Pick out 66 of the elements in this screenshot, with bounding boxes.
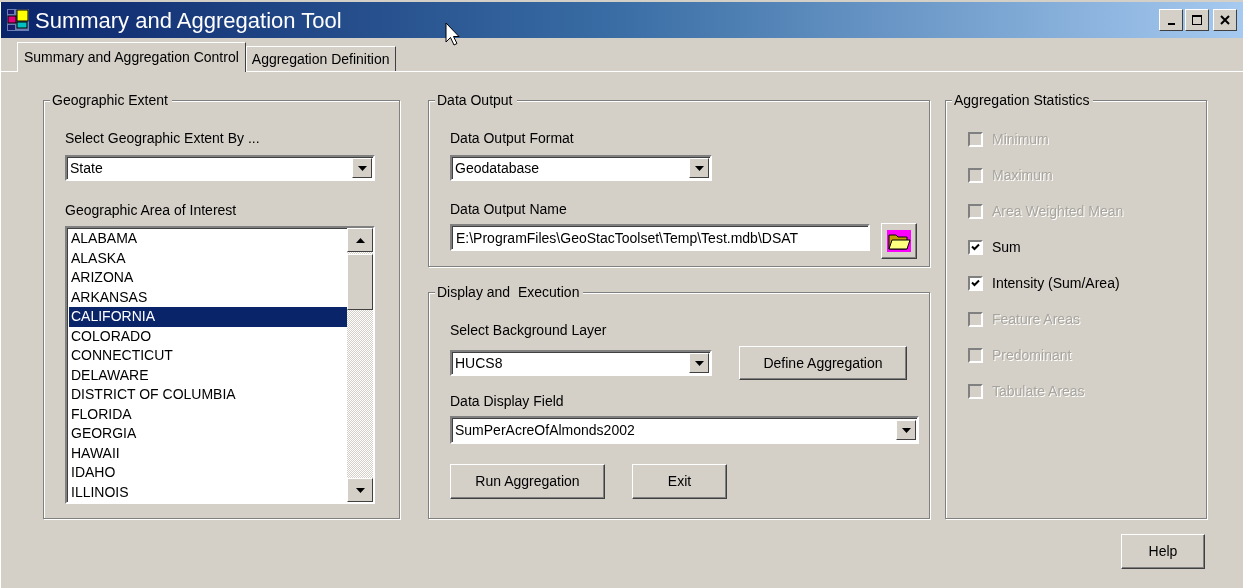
field-label: Geographic Area of Interest — [65, 201, 238, 219]
group-title: Aggregation Statistics — [952, 91, 1094, 109]
field-label: Data Output Format — [450, 129, 575, 147]
minimize-icon — [1167, 23, 1175, 25]
browse-button[interactable] — [881, 223, 917, 259]
list-item[interactable]: FLORIDA — [69, 404, 347, 424]
list-item[interactable]: CONNECTICUT — [69, 346, 347, 366]
help-button[interactable]: Help — [1121, 534, 1205, 569]
list-item[interactable]: GEORGIA — [69, 424, 347, 444]
tab[interactable]: Aggregation Definition — [245, 46, 396, 71]
caret-down-icon — [694, 360, 704, 366]
dropdown-arrow-button[interactable] — [689, 353, 709, 373]
define-aggregation-button[interactable]: Define Aggregation — [739, 346, 907, 380]
caret-down-icon — [694, 165, 704, 171]
exit-button[interactable]: Exit — [632, 464, 727, 499]
group-title: Display and Execution — [435, 283, 584, 301]
caret-down-icon — [357, 165, 367, 171]
dropdown-arrow-button[interactable] — [689, 158, 709, 178]
caret-up-icon — [355, 237, 365, 243]
dropdown-arrow-button[interactable] — [896, 420, 916, 440]
field-label: Data Output Name — [450, 200, 568, 218]
list-item[interactable]: DISTRICT OF COLUMBIA — [69, 385, 347, 405]
maximize-button[interactable] — [1185, 9, 1209, 31]
list-item[interactable]: ILLINOIS — [69, 482, 347, 502]
scroll-down-button[interactable] — [347, 478, 373, 502]
checkbox-label: Sum — [992, 237, 1021, 257]
scroll-thumb[interactable] — [347, 254, 373, 310]
window-title: Summary and Aggregation Tool — [35, 6, 342, 35]
list-item[interactable]: ARIZONA — [69, 268, 347, 288]
list-item[interactable]: ARKANSAS — [69, 287, 347, 307]
list-item[interactable]: IDAHO — [69, 463, 347, 483]
list-item[interactable]: COLORADO — [69, 326, 347, 346]
run-aggregation-button[interactable]: Run Aggregation — [450, 464, 605, 499]
input-field[interactable]: E:\ProgramFiles\GeoStacToolset\Temp\Test.mdb\DSAT — [450, 224, 870, 251]
list-item[interactable]: HAWAII — [69, 443, 347, 463]
check-icon — [971, 243, 980, 251]
caret-down-icon — [901, 427, 911, 433]
dropdown[interactable]: Geodatabase — [450, 155, 712, 181]
dropdown[interactable]: State — [65, 155, 375, 181]
folder-icon — [887, 230, 911, 252]
caret-down-icon — [355, 487, 365, 493]
maximize-icon — [1191, 14, 1203, 26]
check-icon — [971, 279, 980, 287]
list-item[interactable]: ALASKA — [69, 248, 347, 268]
minimize-button[interactable] — [1159, 9, 1183, 31]
group-title: Geographic Extent — [50, 91, 172, 109]
list-item[interactable]: ALABAMA — [69, 229, 347, 249]
field-label: Select Geographic Extent By ... — [65, 129, 261, 147]
list-item[interactable]: DELAWARE — [69, 365, 347, 385]
tab[interactable]: Summary and Aggregation Control — [17, 42, 246, 72]
close-button[interactable] — [1213, 9, 1237, 31]
checkbox-label: Intensity (Sum/Area) — [992, 273, 1120, 293]
field-label: Data Display Field — [450, 392, 565, 410]
list-box[interactable]: ALABAMA ALASKA ARIZONA ARKANSAS CALIFORNIA COLORADO CONNECTICUT DELAWARE DISTRICT OF COLUMBIA FLORIDA GEORGIA HAWAII IDAHO ILLINOIS — [65, 226, 375, 504]
dropdown[interactable]: SumPerAcreOfAlmonds2002 — [450, 416, 919, 444]
app-icon — [7, 9, 29, 31]
field-label: Select Background Layer — [450, 321, 608, 339]
checkbox[interactable] — [968, 239, 983, 255]
scroll-up-button[interactable] — [347, 228, 373, 252]
checkbox[interactable] — [968, 275, 983, 291]
mouse-cursor-icon — [445, 22, 461, 48]
dropdown[interactable]: HUCS8 — [450, 350, 712, 376]
close-icon — [1219, 14, 1231, 26]
scrollbar[interactable] — [347, 228, 373, 502]
dropdown-arrow-button[interactable] — [352, 158, 372, 178]
list-item[interactable]: CALIFORNIA — [69, 307, 347, 327]
